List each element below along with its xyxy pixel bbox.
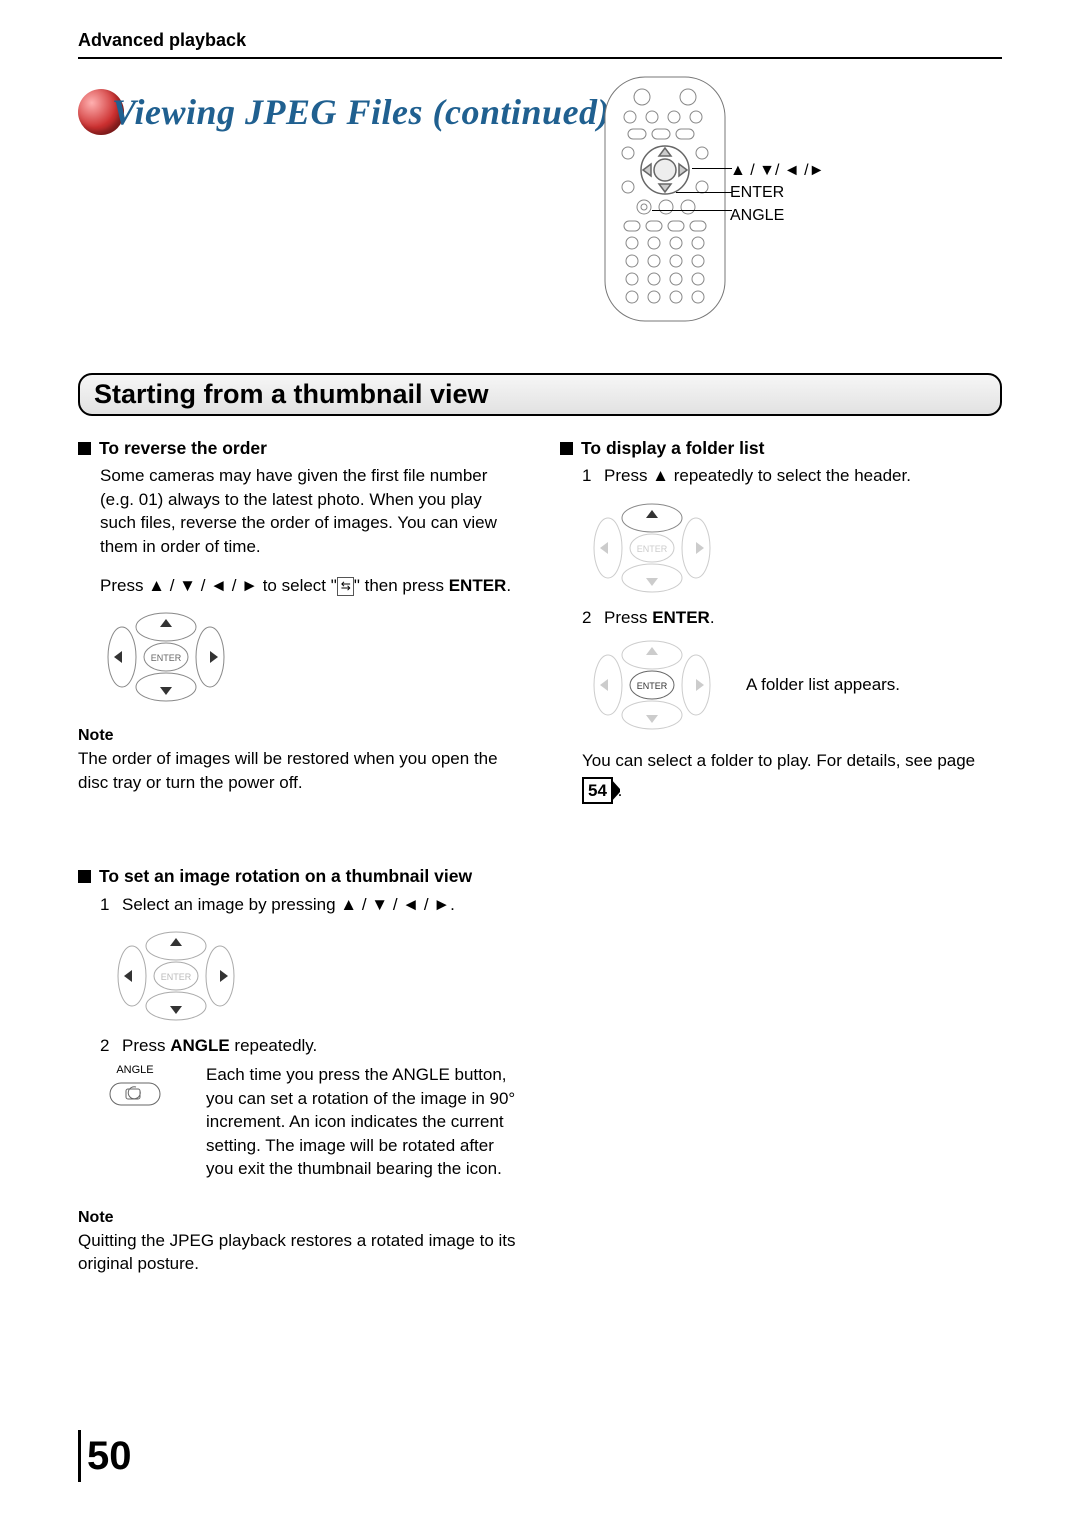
reverse-heading: To reverse the order	[78, 436, 520, 460]
angle-button-icon: ANGLE	[100, 1063, 170, 1108]
folder-heading-text: To display a folder list	[581, 436, 764, 460]
page-number-bar	[78, 1430, 81, 1482]
svg-text:ENTER: ENTER	[637, 544, 668, 554]
note-text: Quitting the JPEG playback restores a ro…	[78, 1229, 520, 1276]
enter-label: ENTER	[730, 182, 824, 204]
page-number-value: 50	[87, 1434, 132, 1479]
section-bar-text: Starting from a thumbnail view	[94, 379, 489, 409]
dpad-icon: ENTER	[106, 926, 246, 1026]
square-bullet-icon	[560, 442, 573, 455]
dpad-icon: ENTER	[96, 607, 236, 707]
angle-label: ANGLE	[730, 205, 824, 227]
dpad-up-icon: ENTER	[582, 498, 722, 598]
page-title-block: Viewing JPEG Files (continued)	[78, 89, 610, 135]
rotation-heading-text: To set an image rotation on a thumbnail …	[99, 864, 472, 888]
angle-description: Each time you press the ANGLE button, yo…	[206, 1063, 520, 1180]
square-bullet-icon	[78, 870, 91, 883]
svg-text:ENTER: ENTER	[161, 972, 192, 982]
page-ref-icon: 54	[582, 777, 613, 804]
two-column-body: To reverse the order Some cameras may ha…	[78, 430, 1002, 1276]
reverse-heading-text: To reverse the order	[99, 436, 267, 460]
folder-page-ref-line: 54 .	[582, 777, 1002, 804]
square-bullet-icon	[78, 442, 91, 455]
right-column: To display a folder list 1 Press ▲ repea…	[560, 430, 1002, 1276]
remote-svg	[600, 75, 730, 323]
leader-line	[652, 210, 732, 211]
folder-step2: 2 Press ENTER.	[582, 606, 1002, 629]
section-header: Advanced playback	[78, 30, 1002, 59]
remote-illustration: ▲ / ▼/ ◄ /► ENTER ANGLE	[600, 75, 900, 335]
arrows-label: ▲ / ▼/ ◄ /►	[730, 160, 824, 182]
svg-text:ENTER: ENTER	[637, 681, 668, 691]
reverse-p2: Press ▲ / ▼ / ◄ / ► to select "⇆" then p…	[100, 574, 520, 597]
rotation-step1: 1 Select an image by pressing ▲ / ▼ / ◄ …	[100, 893, 520, 916]
reverse-p1: Some cameras may have given the first fi…	[100, 464, 520, 558]
leader-line	[692, 168, 732, 169]
folder-appears-text: A folder list appears.	[746, 673, 900, 696]
rotation-step2: 2 Press ANGLE repeatedly.	[100, 1034, 520, 1057]
rotation-heading: To set an image rotation on a thumbnail …	[78, 864, 520, 888]
page-title: Viewing JPEG Files (continued)	[112, 91, 610, 133]
leader-line	[676, 192, 732, 193]
note-text: The order of images will be restored whe…	[78, 747, 520, 794]
folder-step1: 1 Press ▲ repeatedly to select the heade…	[582, 464, 1002, 487]
angle-row: ANGLE Each time you press the ANGLE butt…	[100, 1063, 520, 1180]
folder-body: 1 Press ▲ repeatedly to select the heade…	[560, 464, 1002, 804]
note-label: Note	[78, 725, 520, 747]
folder-heading: To display a folder list	[560, 436, 1002, 460]
left-column: To reverse the order Some cameras may ha…	[78, 430, 520, 1276]
folder-enter-row: ENTER A folder list appears.	[582, 635, 1002, 735]
swap-icon: ⇆	[337, 577, 354, 596]
rotation-body: 1 Select an image by pressing ▲ / ▼ / ◄ …	[78, 893, 520, 1181]
note-label: Note	[78, 1207, 520, 1229]
svg-text:ENTER: ENTER	[151, 653, 182, 663]
page-number: 50	[78, 1430, 132, 1482]
remote-labels: ▲ / ▼/ ◄ /► ENTER ANGLE	[730, 160, 824, 227]
section-bar: Starting from a thumbnail view	[78, 373, 1002, 416]
dpad-enter-icon: ENTER	[582, 635, 722, 735]
manual-page: Advanced playback Viewing JPEG Files (co…	[0, 0, 1080, 1526]
reverse-body: Some cameras may have given the first fi…	[78, 464, 520, 597]
folder-final: You can select a folder to play. For det…	[582, 749, 1002, 772]
